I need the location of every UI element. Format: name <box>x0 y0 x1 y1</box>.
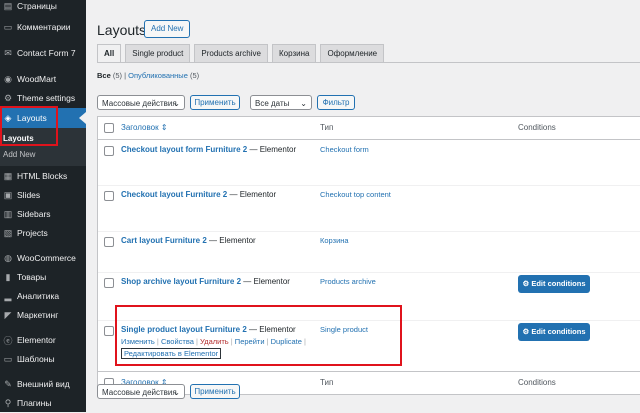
sidebar-item-html-blocks[interactable]: ▦ HTML Blocks <box>0 166 86 186</box>
filter-published-count: (5) <box>189 71 200 80</box>
pages-icon: ▤ <box>3 0 13 11</box>
filter-published[interactable]: Опубликованные <box>128 71 188 80</box>
page-title: Layouts <box>97 22 147 38</box>
row-type-link[interactable]: Products archive <box>320 277 376 286</box>
column-title-header[interactable]: Заголовок ⇕ <box>121 123 168 132</box>
gear-icon: ⚙ <box>522 327 530 336</box>
templates-icon: ▭ <box>3 353 13 364</box>
column-type-header: Тип <box>320 123 334 132</box>
row-type-link[interactable]: Корзина <box>320 236 349 245</box>
gear-icon: ⚙ <box>522 279 530 288</box>
highlight-box-layouts <box>0 106 58 146</box>
sidebar-item-plugins[interactable]: ⚲ Плагины <box>0 393 86 413</box>
sidebar-item-elementor[interactable]: ⓔ Elementor <box>0 330 86 350</box>
elementor-icon: ⓔ <box>3 335 13 346</box>
sidebars-icon: ▥ <box>3 208 13 219</box>
html-blocks-icon: ▦ <box>3 170 13 181</box>
filter-all-count: (5) <box>112 71 123 80</box>
edit-conditions-button[interactable]: ⚙ Edit conditions <box>518 323 590 341</box>
slides-icon: ▣ <box>3 189 13 200</box>
status-filters: Все (5) | Опубликованные (5) <box>97 71 200 80</box>
tabs-divider <box>97 62 640 63</box>
sidebar-item-appearance[interactable]: ✎ Внешний вид <box>0 374 86 394</box>
sidebar-item-contact-form[interactable]: ✉ Contact Form 7 <box>0 43 86 63</box>
tab-checkout[interactable]: Оформление <box>320 44 385 63</box>
row-title-link[interactable]: Checkout layout form Furniture 2 <box>121 145 247 154</box>
current-menu-arrow <box>79 112 86 124</box>
tab-cart[interactable]: Корзина <box>271 44 317 63</box>
sidebar-item-projects[interactable]: ▧ Projects <box>0 223 86 243</box>
chevron-down-icon: ⌄ <box>173 388 180 397</box>
filter-button[interactable]: Фильтр <box>317 95 355 110</box>
row-checkbox[interactable] <box>104 326 114 336</box>
bulk-actions-select[interactable]: Массовые действия ⌄ <box>97 95 185 110</box>
woodmart-icon: ◉ <box>4 73 12 84</box>
row-type-link[interactable]: Checkout form <box>320 145 369 154</box>
plugins-icon: ⚲ <box>4 397 12 408</box>
table-row: Checkout layout Furniture 2 — Elementor … <box>98 186 640 232</box>
chevron-down-icon: ⌄ <box>300 99 307 108</box>
woocommerce-icon: ◍ <box>4 252 12 263</box>
row-title-link[interactable]: Shop archive layout Furniture 2 <box>121 277 241 286</box>
tab-products-archive[interactable]: Products archive <box>194 44 268 63</box>
date-filter-select[interactable]: Все даты ⌄ <box>250 95 312 110</box>
column-conditions-footer: Conditions <box>518 378 556 387</box>
tab-all[interactable]: All <box>97 44 122 63</box>
table-row: Checkout layout form Furniture 2 — Eleme… <box>98 140 640 186</box>
submenu-item-add-new[interactable]: Add New <box>3 150 35 159</box>
sidebar-item-theme-settings[interactable]: ⚙ Theme settings <box>0 88 86 108</box>
sidebar-item-comments[interactable]: ▭ Комментарии <box>0 17 86 37</box>
column-conditions-header: Conditions <box>518 123 556 132</box>
row-checkbox[interactable] <box>104 237 114 247</box>
tab-single-product[interactable]: Single product <box>125 44 191 63</box>
add-new-button[interactable]: Add New <box>144 20 191 38</box>
bulk-actions-select-bottom[interactable]: Массовые действия ⌄ <box>97 384 185 399</box>
admin-sidebar: ▤ Страницы ▭ Комментарии ✉ Contact Form 7 ◉… <box>0 0 86 412</box>
sidebar-item-products[interactable]: ▮ Товары <box>0 267 86 287</box>
sidebar-item-templates[interactable]: ▭ Шаблоны <box>0 349 86 369</box>
analytics-icon: ▂ <box>4 290 12 301</box>
column-type-footer: Тип <box>320 378 334 387</box>
select-all-checkbox[interactable] <box>104 123 114 133</box>
row-checkbox[interactable] <box>104 146 114 156</box>
appearance-icon: ✎ <box>4 378 12 389</box>
row-checkbox[interactable] <box>104 191 114 201</box>
edit-conditions-button[interactable]: ⚙ Edit conditions <box>518 275 590 293</box>
settings-sliders-icon: ⚙ <box>3 92 13 103</box>
table-row: Cart layout Furniture 2 — Elementor Корз… <box>98 232 640 273</box>
sidebar-item-analytics[interactable]: ▂ Аналитика <box>0 286 86 306</box>
sort-icon: ⇕ <box>160 123 168 132</box>
row-title-link[interactable]: Checkout layout Furniture 2 <box>121 190 227 199</box>
sidebar-item-pages[interactable]: ▤ Страницы <box>0 0 86 16</box>
row-title-link[interactable]: Cart layout Furniture 2 <box>121 236 207 245</box>
sidebar-item-marketing[interactable]: ◤ Маркетинг <box>0 305 86 325</box>
sidebar-item-sidebars[interactable]: ▥ Sidebars <box>0 204 86 224</box>
apply-button-bottom[interactable]: Применить <box>190 384 240 399</box>
row-checkbox[interactable] <box>104 278 114 288</box>
sidebar-item-woocommerce[interactable]: ◍ WooCommerce <box>0 248 86 268</box>
layout-type-tabs: All Single product Products archive Корз… <box>97 44 388 63</box>
mail-icon: ✉ <box>4 47 12 58</box>
sidebar-item-woodmart[interactable]: ◉ WoodMart <box>0 69 86 89</box>
filter-all[interactable]: Все <box>97 71 111 80</box>
highlight-box-single-product <box>115 305 402 366</box>
comments-icon: ▭ <box>3 21 13 32</box>
chevron-down-icon: ⌄ <box>173 99 180 108</box>
products-icon: ▮ <box>5 271 11 282</box>
table-header: Заголовок ⇕ Тип Conditions <box>98 117 640 140</box>
sidebar-item-slides[interactable]: ▣ Slides <box>0 185 86 205</box>
projects-icon: ▧ <box>3 227 13 238</box>
apply-button[interactable]: Применить <box>190 95 240 110</box>
marketing-icon: ◤ <box>4 309 12 320</box>
row-type-link[interactable]: Checkout top content <box>320 190 391 199</box>
